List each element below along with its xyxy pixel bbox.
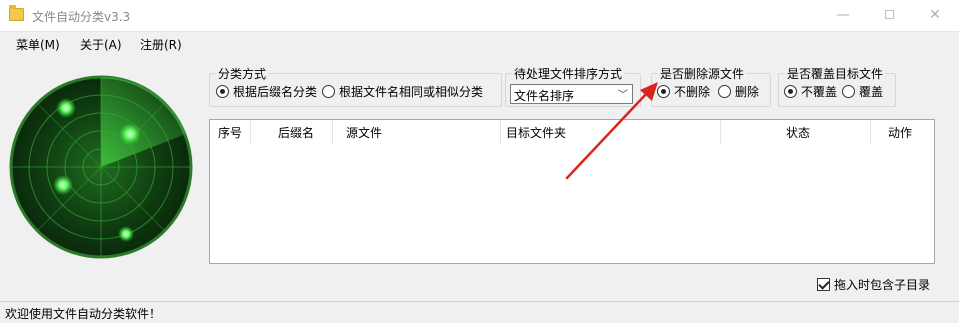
chevron-down-icon: ﹀ xyxy=(618,90,628,101)
sort-method-value: 文件名排序 xyxy=(514,89,575,103)
radio-no-overwrite[interactable]: 不覆盖 xyxy=(784,83,837,100)
radio-label: 根据文件名相同或相似分类 xyxy=(339,85,484,99)
column-header-target[interactable]: 目标文件夹 xyxy=(506,124,566,141)
radio-circle xyxy=(322,85,335,98)
column-divider[interactable] xyxy=(870,120,871,144)
classify-method-group: 分类方式 根据后缀名分类 根据文件名相同或相似分类 xyxy=(209,65,502,107)
radio-overwrite[interactable]: 覆盖 xyxy=(842,83,883,100)
column-header-action[interactable]: 动作 xyxy=(888,124,912,141)
radio-no-delete[interactable]: 不删除 xyxy=(657,83,710,100)
menu-item-register[interactable]: 注册(R) xyxy=(140,36,182,53)
sort-method-label: 待处理文件排序方式 xyxy=(512,65,625,82)
title-bar: 文件自动分类v3.3 — ✕ xyxy=(0,0,959,32)
radio-circle xyxy=(216,85,229,98)
radio-label: 不删除 xyxy=(674,85,711,99)
checkbox-box xyxy=(817,278,830,291)
radio-label: 覆盖 xyxy=(859,85,884,99)
maximize-icon xyxy=(884,10,894,19)
menu-item-about[interactable]: 关于(A) xyxy=(80,36,122,53)
column-divider[interactable] xyxy=(250,120,251,144)
radio-label: 删除 xyxy=(735,85,760,99)
delete-source-group: 是否删除源文件 不删除 删除 xyxy=(651,65,771,107)
close-button[interactable]: ✕ xyxy=(912,0,958,30)
sort-method-select[interactable]: 文件名排序 ﹀ xyxy=(510,84,633,104)
radar-icon xyxy=(9,75,193,259)
status-bar: 欢迎使用文件自动分类软件！ xyxy=(0,301,959,323)
include-subdirs-checkbox[interactable]: 拖入时包含子目录 xyxy=(817,276,930,293)
radio-by-filename[interactable]: 根据文件名相同或相似分类 xyxy=(322,83,483,100)
status-text: 欢迎使用文件自动分类软件！ xyxy=(5,307,162,321)
minimize-button[interactable]: — xyxy=(820,0,866,30)
column-header-index[interactable]: 序号 xyxy=(218,124,242,141)
column-header-extension[interactable]: 后缀名 xyxy=(278,124,314,141)
window-title: 文件自动分类v3.3 xyxy=(32,10,131,24)
column-header-status[interactable]: 状态 xyxy=(786,124,810,141)
menu-bar: 菜单(M) 关于(A) 注册(R) xyxy=(0,32,959,56)
radio-circle xyxy=(657,85,670,98)
file-table[interactable]: 序号 后缀名 源文件 目标文件夹 状态 动作 xyxy=(209,119,935,264)
radio-label: 不覆盖 xyxy=(801,85,838,99)
radio-circle xyxy=(784,85,797,98)
overwrite-group: 是否覆盖目标文件 不覆盖 覆盖 xyxy=(778,65,896,107)
delete-source-label: 是否删除源文件 xyxy=(658,65,747,82)
radio-circle xyxy=(718,85,731,98)
radar-logo xyxy=(8,74,194,260)
column-divider[interactable] xyxy=(332,120,333,144)
column-header-source[interactable]: 源文件 xyxy=(346,124,382,141)
maximize-button[interactable] xyxy=(866,0,912,30)
radio-circle xyxy=(842,85,855,98)
menu-item-menu[interactable]: 菜单(M) xyxy=(16,36,60,53)
table-header: 序号 后缀名 源文件 目标文件夹 状态 动作 xyxy=(210,120,934,144)
radio-delete[interactable]: 删除 xyxy=(718,83,759,100)
column-divider[interactable] xyxy=(500,120,501,144)
radio-label: 根据后缀名分类 xyxy=(233,85,318,99)
checkbox-label: 拖入时包含子目录 xyxy=(834,278,931,292)
column-divider[interactable] xyxy=(720,120,721,144)
radio-by-extension[interactable]: 根据后缀名分类 xyxy=(216,83,317,100)
folder-icon xyxy=(9,5,24,21)
overwrite-label: 是否覆盖目标文件 xyxy=(785,65,886,82)
classify-method-label: 分类方式 xyxy=(216,65,269,82)
